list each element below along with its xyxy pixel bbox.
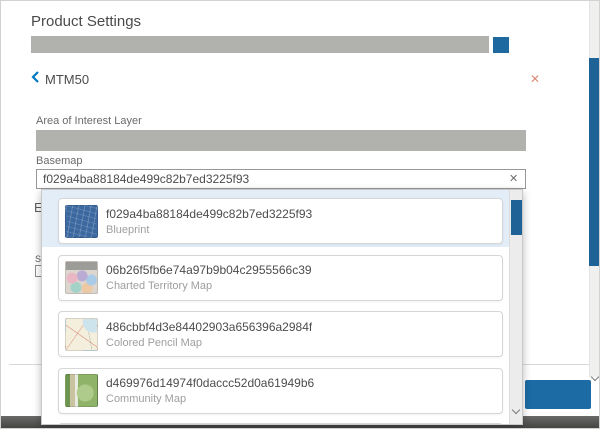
basemap-option-id: 06b26f5fb6e74a97b9b04c2955566c39 <box>106 263 312 277</box>
header-blue-square <box>493 37 509 53</box>
basemap-option-card[interactable]: 06b26f5fb6e74a97b9b04c2955566c39 Charted … <box>58 255 503 301</box>
basemap-option-name: Colored Pencil Map <box>106 337 312 349</box>
back-button[interactable]: MTM50 <box>31 70 89 88</box>
dropdown-scroll-down-icon[interactable] <box>513 400 519 418</box>
basemap-field-label: Basemap <box>36 155 82 167</box>
basemap-thumbnail-1 <box>65 261 98 294</box>
basemap-thumbnail-0 <box>65 205 98 238</box>
back-label: MTM50 <box>45 72 89 87</box>
dropdown-scrollbar-thumb[interactable] <box>511 200 522 235</box>
close-icon[interactable]: ✕ <box>530 73 540 85</box>
redacted-header-bar <box>31 36 489 53</box>
basemap-dropdown: f029a4ba88184de499c82b7ed3225f93 Blueprin… <box>41 189 523 425</box>
basemap-option[interactable]: 486cbbf4d3e84402903a656396a2984f Colored … <box>42 303 510 360</box>
aoi-field-redacted-value[interactable] <box>36 130 526 151</box>
basemap-option[interactable]: 06b26f5fb6e74a97b9b04c2955566c39 Charted … <box>42 247 510 304</box>
basemap-option-name: Charted Territory Map <box>106 280 312 292</box>
back-chevron-icon <box>31 70 39 88</box>
page-scrollbar-down-arrow[interactable] <box>592 367 598 385</box>
aoi-field-label: Area of Interest Layer <box>36 115 142 127</box>
basemap-option-card[interactable]: f029a4ba88184de499c82b7ed3225f93 Blueprin… <box>58 198 503 244</box>
basemap-thumbnail-3 <box>65 374 98 407</box>
dropdown-scrollbar-track[interactable] <box>509 190 522 424</box>
basemap-option-id: d469976d14974f0daccc52d0a61949b6 <box>106 376 314 390</box>
basemap-option[interactable]: f029a4ba88184de499c82b7ed3225f93 Blueprin… <box>42 190 510 247</box>
primary-action-button[interactable] <box>525 380 591 409</box>
page-scrollbar-thumb[interactable] <box>589 58 600 266</box>
basemap-option-id: f029a4ba88184de499c82b7ed3225f93 <box>106 207 312 221</box>
basemap-option-name: Blueprint <box>106 224 312 236</box>
basemap-option-card[interactable]: 486cbbf4d3e84402903a656396a2984f Colored … <box>58 311 503 357</box>
basemap-option-name: Community Map <box>106 393 314 405</box>
product-settings-dialog: Product Settings MTM50 ✕ Area of Interes… <box>0 0 600 429</box>
basemap-option[interactable]: d469976d14974f0daccc52d0a61949b6 Communit… <box>42 360 510 417</box>
basemap-input[interactable] <box>36 169 526 189</box>
basemap-option-partial[interactable] <box>58 423 503 425</box>
basemap-option-card[interactable]: d469976d14974f0daccc52d0a61949b6 Communit… <box>58 368 503 414</box>
page-title: Product Settings <box>31 13 141 30</box>
basemap-thumbnail-2 <box>65 318 98 351</box>
clear-input-icon[interactable]: ✕ <box>509 173 518 185</box>
basemap-option-id: 486cbbf4d3e84402903a656396a2984f <box>106 320 312 334</box>
